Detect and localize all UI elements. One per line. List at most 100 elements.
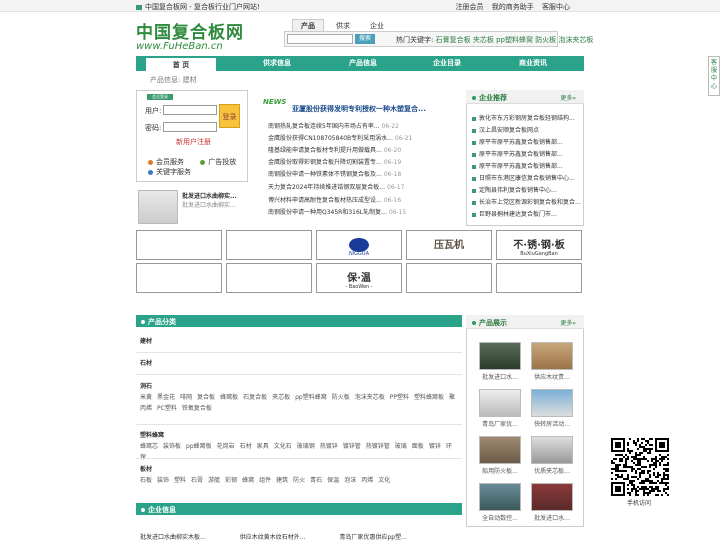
news-item[interactable]: 金鹰股份获得CN108705840B专利采用涡水... 06-21 xyxy=(268,133,412,142)
recommend-item[interactable]: 敦化市东方彩钢房复合板轻钢结构... xyxy=(472,113,575,122)
category-link[interactable]: 蜂窝 xyxy=(242,477,254,484)
category-link[interactable]: 塑料蜂窝板 xyxy=(414,394,444,401)
service-center-link[interactable]: 客服中心 xyxy=(542,3,570,11)
password-input[interactable] xyxy=(163,122,217,132)
ad-banner[interactable]: 广告招租 400-703-2221 xyxy=(136,263,222,293)
new-user-register-link[interactable]: 新用户注册 xyxy=(176,137,211,147)
login-button[interactable]: 登录 xyxy=(219,104,240,128)
ad-banner[interactable]: NIGGUA xyxy=(316,230,402,260)
hot-keyword[interactable]: 夹芯板 xyxy=(473,36,494,44)
category-link[interactable]: 镀锌管 xyxy=(343,443,361,450)
category-link[interactable]: 镀锌 xyxy=(429,443,441,450)
ad-banner[interactable]: 保温吸声材料 BaoWenXiShengCaiLiao xyxy=(226,263,312,293)
category-link[interactable]: 保温 xyxy=(327,477,339,484)
news-item[interactable]: 博兴材料申请高耐性复合板材热压成型设... 06-16 xyxy=(268,195,401,204)
category-link[interactable]: 石复合板 xyxy=(243,394,267,401)
category-link[interactable]: 米黄 xyxy=(140,394,152,401)
category-link[interactable]: 丙烯 xyxy=(361,477,373,484)
category-link[interactable]: 家具 xyxy=(257,443,269,450)
category-link[interactable]: 泡沫 xyxy=(344,477,356,484)
category-link[interactable]: 组件 xyxy=(259,477,271,484)
category-link[interactable]: 石材 xyxy=(240,443,252,450)
category-link[interactable]: 蜂窝板 xyxy=(220,394,238,401)
category-link[interactable]: 啡网 xyxy=(180,394,192,401)
recommend-item[interactable]: 原平市原平苏鑫复合板销售部... xyxy=(472,149,563,158)
news-item[interactable]: 南钢股份申请一种铁素体不锈钢复合板及... 06-18 xyxy=(268,169,401,178)
recommend-item[interactable]: 汉上昌安顺复合板网点 xyxy=(472,125,539,134)
recommend-item[interactable]: 日照市东港区康信复合板销售中心... xyxy=(472,173,575,182)
product-item[interactable]: 全自动数控... xyxy=(479,483,521,522)
category-link[interactable]: 防火板 xyxy=(332,394,350,401)
hot-keyword[interactable]: 防火板 xyxy=(535,36,556,44)
nav-products[interactable]: 产品信息 xyxy=(328,56,398,71)
news-item[interactable]: 南钢股份申请一种用Q345R和316L轧制复... 06-15 xyxy=(268,207,406,216)
recommend-item[interactable]: 原平市原平苏鑫复合板销售部... xyxy=(472,161,563,170)
category-link[interactable]: 热镀锌 xyxy=(320,443,338,450)
category-link[interactable]: 泡沫夹芯板 xyxy=(355,394,385,401)
category-link[interactable]: 文化石 xyxy=(274,443,292,450)
register-link[interactable]: 注册会员 xyxy=(456,3,484,11)
product-item[interactable]: 批发进口水... xyxy=(479,342,521,381)
member-login-tab[interactable]: 会员登录 xyxy=(147,94,173,100)
username-input[interactable] xyxy=(163,105,217,115)
ad-banner[interactable]: 古建筑材料 GuJianZhuCaiLiao xyxy=(406,263,492,293)
hot-keyword[interactable]: 泡沫夹芯板 xyxy=(558,36,593,44)
category-link[interactable]: 青石 xyxy=(310,477,322,484)
recommend-item[interactable]: 巨野县桐林建达复合板门市... xyxy=(472,209,557,218)
nav-supply[interactable]: 供求信息 xyxy=(242,56,312,71)
category-link[interactable]: 玻璃 xyxy=(395,443,407,450)
site-logo[interactable]: 中国复合板网 www.FuHeBan.cn xyxy=(136,18,246,52)
category-link[interactable]: 玻璃钢 xyxy=(297,443,315,450)
category-link[interactable]: 铁氧复合板 xyxy=(182,405,212,412)
category-link[interactable]: 夹芯板 xyxy=(272,394,290,401)
customer-service-float[interactable]: 客服中心 xyxy=(708,56,720,96)
search-button[interactable]: 搜索 xyxy=(355,34,375,44)
category-link[interactable]: 复合板 xyxy=(197,394,215,401)
category-link[interactable]: PC塑料 xyxy=(157,405,177,412)
category-link[interactable]: 防火 xyxy=(293,477,305,484)
category-link[interactable]: 黑金花 xyxy=(157,394,175,401)
category-link[interactable]: 石板 xyxy=(140,477,152,484)
category-link[interactable]: 游艇 xyxy=(208,477,220,484)
category-link[interactable]: 装饰板 xyxy=(163,443,181,450)
nav-home[interactable]: 首 页 xyxy=(146,56,216,71)
category-link[interactable]: 塑料 xyxy=(174,477,186,484)
nav-news[interactable]: 商业资讯 xyxy=(498,56,568,71)
recommend-item[interactable]: 长治市上党区新源彩钢复合板和复合... xyxy=(472,197,581,206)
category-link[interactable]: 蜂窝芯 xyxy=(140,443,158,450)
ad-service-item[interactable]: 广告投放 xyxy=(200,158,236,166)
hot-keyword[interactable]: pp塑料蜂窝 xyxy=(496,36,533,44)
keyword-service-item[interactable]: 关键字服务 xyxy=(148,168,191,176)
category-link[interactable]: pp蜂窝板 xyxy=(186,443,212,450)
member-service-item[interactable]: 会员服务 xyxy=(148,158,184,166)
promo-product[interactable]: 批发进口水曲柳实... 批发进口水曲柳实... xyxy=(138,190,246,224)
category-link[interactable]: 热镀锌管 xyxy=(366,443,390,450)
recommend-item[interactable]: 原平市原平苏鑫复合板销售部... xyxy=(472,137,563,146)
news-item[interactable]: 隆基绿能申请复合板材专利提升用做载具... 06-20 xyxy=(268,145,401,154)
product-item[interactable]: 青岛厂家优... xyxy=(479,389,521,428)
category-link[interactable]: pp塑料蜂窝 xyxy=(295,394,327,401)
category-link[interactable]: 文化 xyxy=(378,477,390,484)
news-item[interactable]: 金鹰股份取得彩钢复合板升降切割装置专... 06-19 xyxy=(268,157,401,166)
ad-banner[interactable]: 保温板 BaoWenBan xyxy=(136,230,222,260)
hot-keyword[interactable]: 石膏复合板 xyxy=(436,36,471,44)
category-link[interactable]: 石膏 xyxy=(191,477,203,484)
news-item[interactable]: 天力复合2024年持续推进锆钢双层复合板... 06-17 xyxy=(268,182,404,191)
ad-banner[interactable]: 不·锈·钢·板 BuXiuGangBan xyxy=(496,230,582,260)
ad-banner[interactable]: 卷板 JuanBan xyxy=(496,263,582,293)
news-item[interactable]: 南钢热轧复合板连续5年国内市场占有率... 06-22 xyxy=(268,121,399,130)
product-item[interactable]: 批发进口水... xyxy=(531,483,573,522)
product-item[interactable]: 快转房活动... xyxy=(531,389,573,428)
ad-banner[interactable]: 压型机 xyxy=(226,230,312,260)
category-link[interactable]: PP塑料 xyxy=(390,394,409,401)
recommend-item[interactable]: 定陶县伟利复合板销售中心... xyxy=(472,185,557,194)
category-link[interactable]: 面板 xyxy=(412,443,424,450)
ad-banner[interactable]: 保·温 - BaoWen - xyxy=(316,263,402,293)
search-input[interactable] xyxy=(287,34,353,44)
category-link[interactable]: 建筑 xyxy=(276,477,288,484)
product-more-link[interactable]: 更多» xyxy=(560,318,576,327)
category-link[interactable]: 装饰 xyxy=(157,477,169,484)
category-link[interactable]: 花岗岩 xyxy=(217,443,235,450)
news-headline[interactable]: 亚厦股份获得发明专利授权一种木塑复合... xyxy=(292,104,426,114)
nav-companies[interactable]: 企业目录 xyxy=(412,56,482,71)
